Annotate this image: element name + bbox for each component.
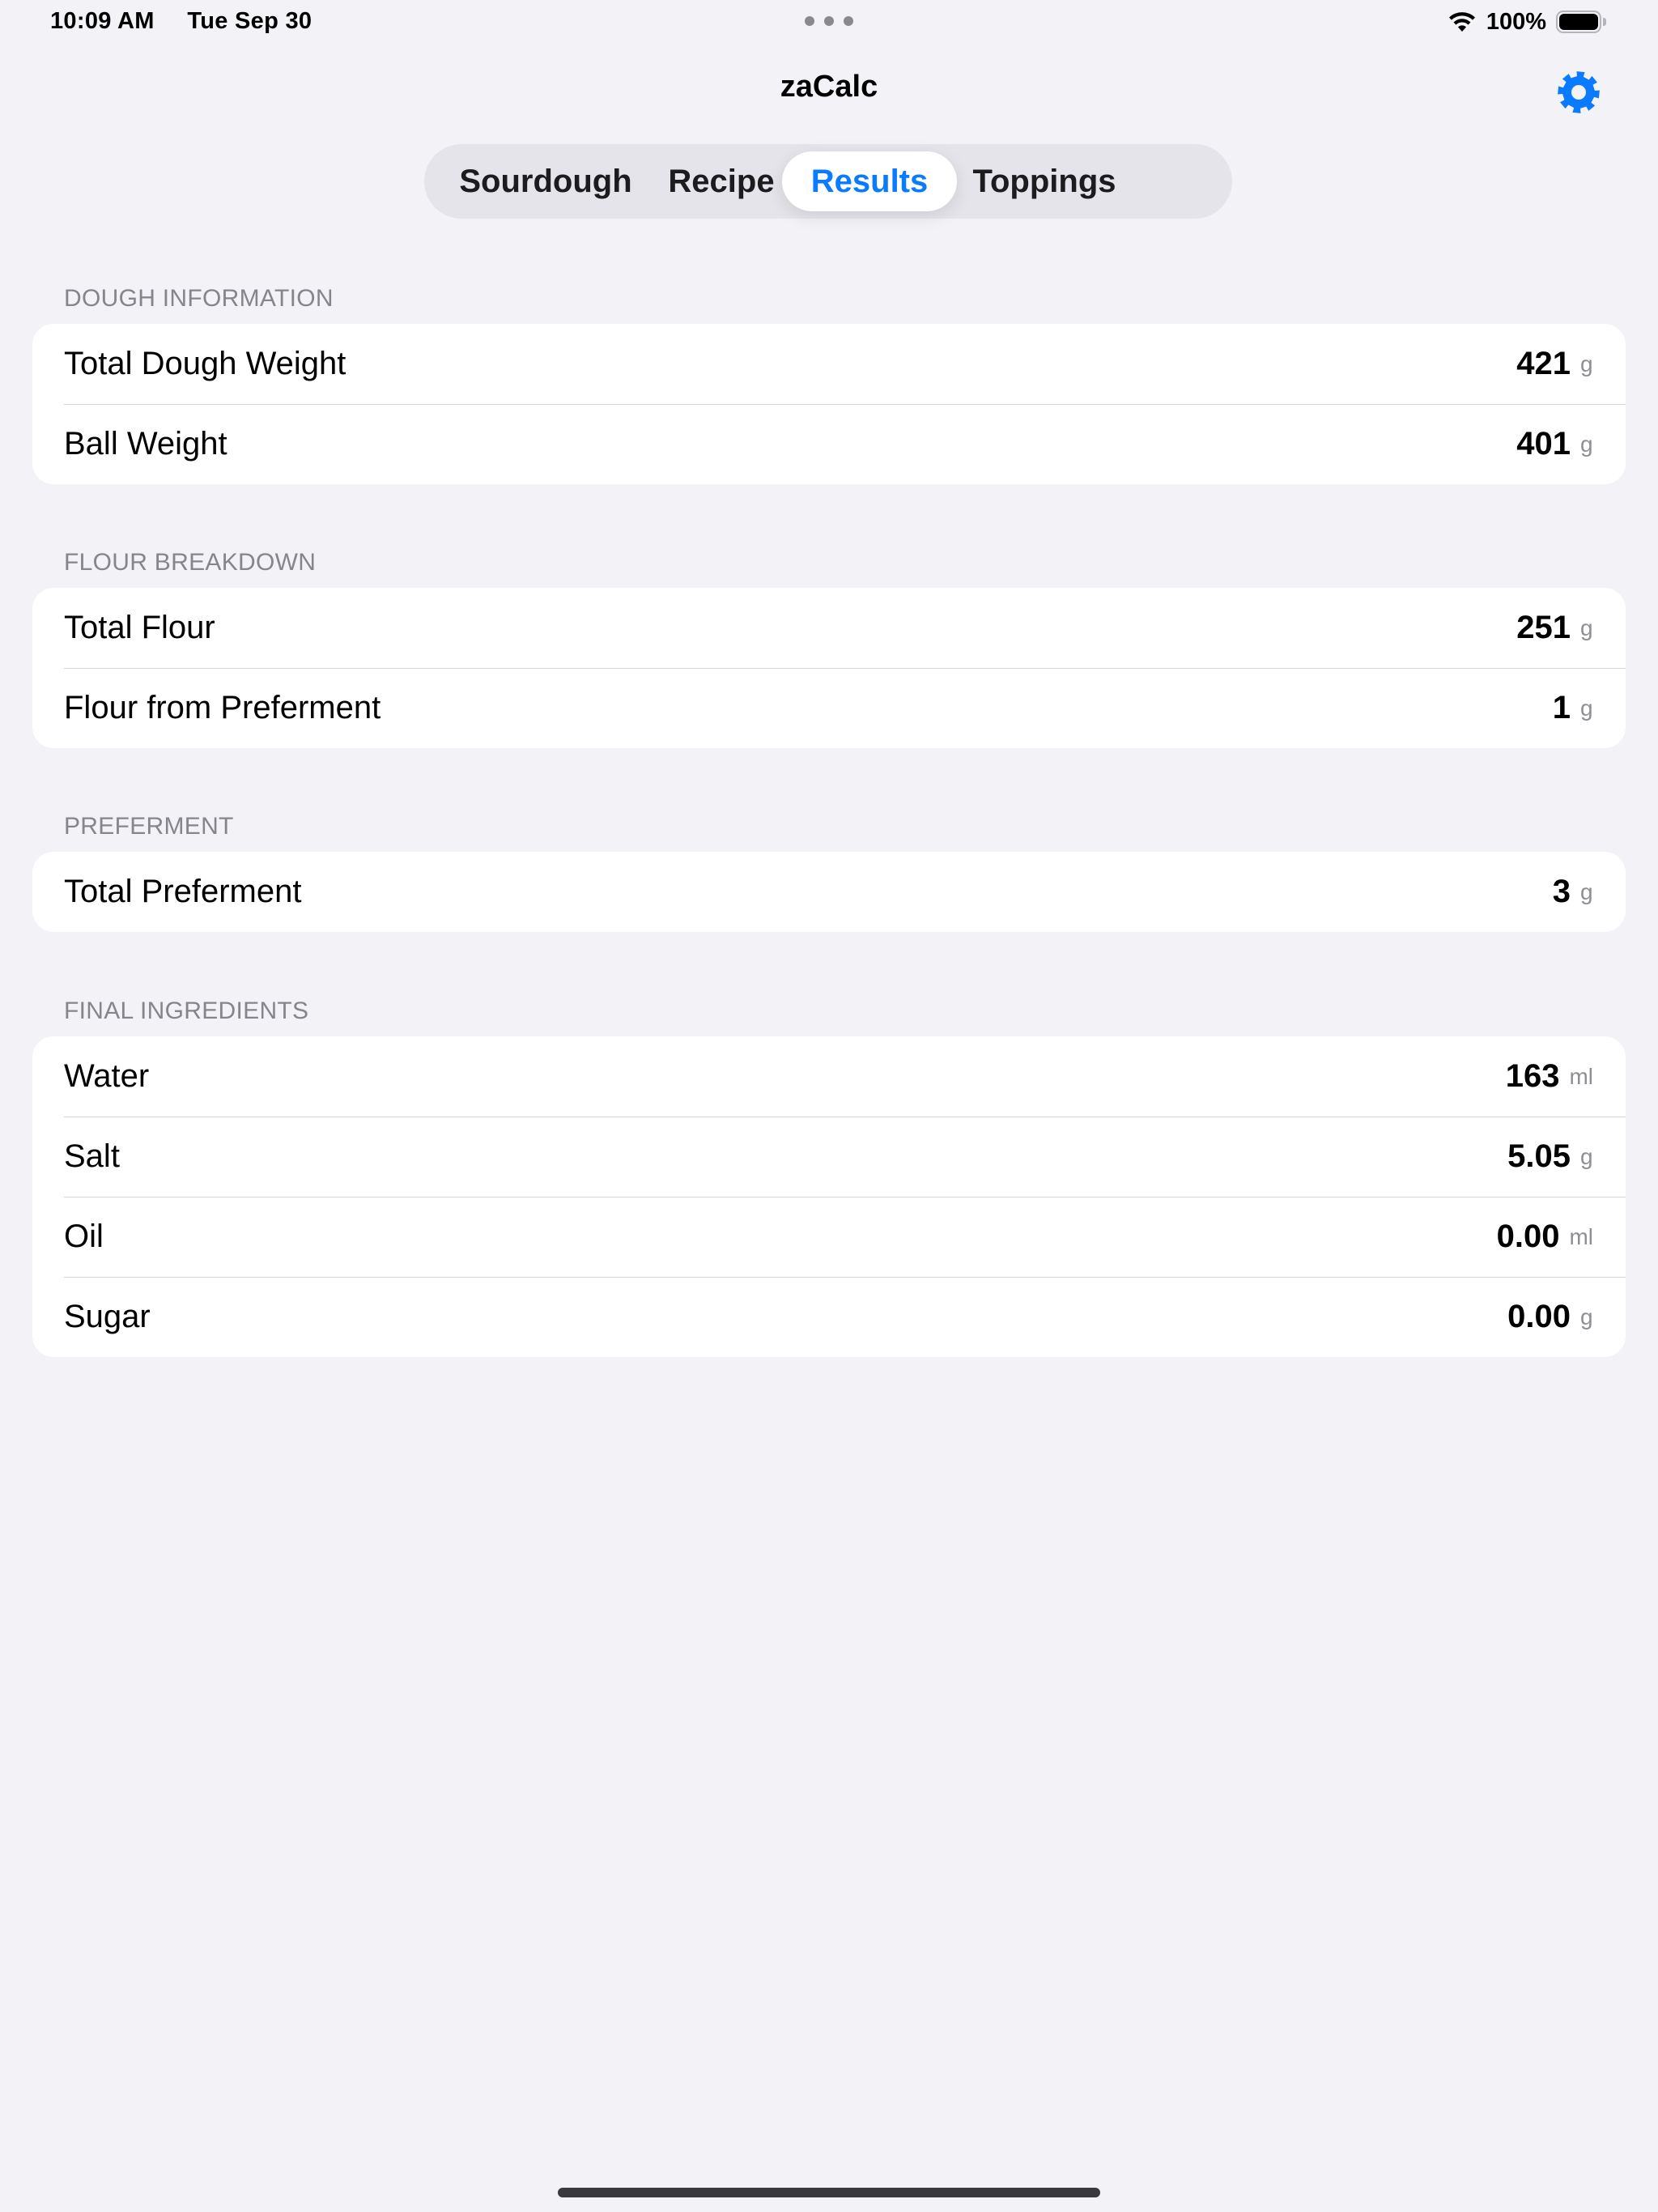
section-group: Total Dough Weight 421 g Ball Weight 401 g	[32, 324, 1626, 484]
tab-recipe[interactable]: Recipe	[661, 151, 782, 211]
gear-icon	[1558, 71, 1600, 113]
result-row: Oil 0.00 ml	[32, 1197, 1626, 1277]
row-value: 421	[1516, 346, 1571, 381]
row-unit: ml	[1569, 1063, 1593, 1089]
section-group: Total Flour 251 g Flour from Preferment 1 g	[32, 588, 1626, 748]
section-group: Water 163 ml Salt 5.05 g Oil 0.00 ml Sugar 0.00 g	[32, 1036, 1626, 1357]
row-value: 3	[1552, 874, 1571, 909]
row-unit: g	[1580, 615, 1593, 640]
row-value: 0.00	[1507, 1299, 1571, 1334]
page-title: zaCalc	[780, 70, 878, 104]
battery-icon	[1556, 11, 1606, 33]
row-label: Sugar	[64, 1299, 151, 1334]
result-row: Flour from Preferment 1 g	[32, 668, 1626, 748]
row-label: Total Flour	[64, 610, 215, 645]
status-date: Tue Sep 30	[187, 8, 312, 34]
row-value: 5.05	[1507, 1138, 1571, 1174]
result-row: Total Flour 251 g	[32, 588, 1626, 668]
row-value: 401	[1516, 426, 1571, 462]
home-indicator[interactable]	[558, 2188, 1100, 2197]
row-label: Flour from Preferment	[64, 690, 381, 725]
row-label: Total Dough Weight	[64, 346, 346, 381]
result-row: Total Dough Weight 421 g	[32, 324, 1626, 404]
result-row: Total Preferment 3 g	[32, 852, 1626, 932]
status-indicators: 100%	[1448, 8, 1606, 36]
status-time-clock: 10:09 AM	[50, 8, 155, 34]
result-row: Water 163 ml	[32, 1036, 1626, 1117]
row-unit: g	[1580, 351, 1593, 376]
status-bar: 10:09 AM Tue Sep 30 100%	[0, 0, 1658, 42]
section-header: FINAL INGREDIENTS	[64, 998, 309, 1024]
row-label: Water	[64, 1058, 150, 1094]
row-label: Oil	[64, 1219, 104, 1254]
result-row: Salt 5.05 g	[32, 1117, 1626, 1197]
row-label: Salt	[64, 1138, 120, 1174]
section-header: PREFERMENT	[64, 813, 234, 840]
row-unit: ml	[1569, 1223, 1593, 1249]
multitasking-dots-icon[interactable]	[805, 16, 853, 26]
section-header: FLOUR BREAKDOWN	[64, 549, 317, 576]
section-header: DOUGH INFORMATION	[64, 285, 334, 312]
tab-segmented-control: Sourdough Recipe Results Toppings	[424, 144, 1232, 219]
tab-toppings[interactable]: Toppings	[957, 151, 1132, 211]
battery-percent: 100%	[1486, 8, 1546, 35]
row-unit: g	[1580, 1304, 1593, 1329]
settings-button[interactable]	[1556, 70, 1601, 115]
result-row: Sugar 0.00 g	[32, 1277, 1626, 1357]
status-time: 10:09 AM Tue Sep 30	[50, 8, 312, 35]
result-row: Ball Weight 401 g	[32, 404, 1626, 484]
row-label: Ball Weight	[64, 426, 227, 462]
section-group: Total Preferment 3 g	[32, 852, 1626, 932]
row-unit: g	[1580, 431, 1593, 457]
row-value: 163	[1505, 1058, 1560, 1094]
row-unit: g	[1580, 695, 1593, 721]
row-unit: g	[1580, 1143, 1593, 1169]
tab-results[interactable]: Results	[782, 151, 957, 211]
row-value: 1	[1552, 690, 1571, 725]
row-value: 0.00	[1496, 1219, 1560, 1254]
tab-sourdough[interactable]: Sourdough	[431, 151, 661, 211]
row-unit: g	[1580, 878, 1593, 904]
row-label: Total Preferment	[64, 874, 302, 909]
wifi-icon	[1448, 12, 1475, 32]
row-value: 251	[1516, 610, 1571, 645]
